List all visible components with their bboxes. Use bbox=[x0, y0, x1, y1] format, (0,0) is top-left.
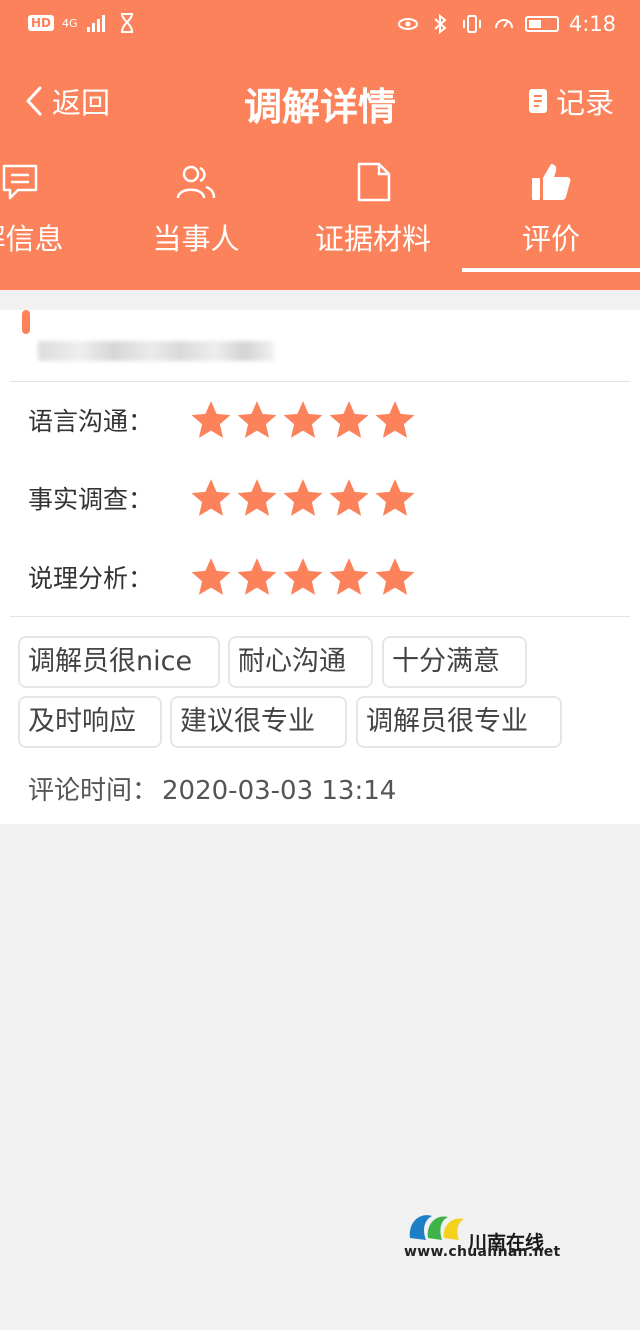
rating-row-investigation: 事实调查： bbox=[28, 476, 416, 520]
clock: 4:18 bbox=[568, 12, 616, 36]
app-header: HD 4G 4:18 返回 调解详情 记录 信息 当事人 证据材料 评价 bbox=[0, 0, 640, 290]
eye-icon bbox=[397, 18, 418, 30]
star-icon bbox=[237, 479, 277, 516]
tab-evidence[interactable]: 证据材料 bbox=[283, 150, 463, 272]
comment-time: 评论时间： 2020-03-03 13:14 bbox=[28, 770, 396, 807]
tab-parties[interactable]: 当事人 bbox=[106, 150, 286, 272]
evaluation-card: 语言沟通： 事实调查： 说理分析： 调解员很nice 耐心沟通 十分满意 及时响… bbox=[0, 310, 640, 824]
tag: 十分满意 bbox=[382, 636, 527, 688]
tab-mediation-info[interactable]: 解信息 bbox=[0, 150, 110, 272]
star-icon bbox=[191, 558, 231, 595]
tab-label: 解信息 bbox=[0, 222, 64, 256]
tab-label: 证据材料 bbox=[314, 222, 431, 256]
star-icon bbox=[329, 401, 369, 438]
nav-bar: 返回 调解详情 记录 bbox=[0, 60, 640, 144]
signal-icon bbox=[86, 15, 105, 32]
star-icon bbox=[237, 401, 277, 438]
section-marker bbox=[22, 310, 30, 334]
speed-icon bbox=[494, 19, 513, 29]
tag: 建议很专业 bbox=[170, 696, 347, 748]
redacted-name bbox=[38, 341, 274, 361]
tag: 耐心沟通 bbox=[228, 636, 373, 688]
star-rating bbox=[190, 556, 416, 598]
divider bbox=[10, 616, 630, 617]
tab-label: 当事人 bbox=[152, 222, 240, 256]
star-icon bbox=[283, 479, 323, 516]
rating-row-analysis: 说理分析： bbox=[28, 555, 416, 599]
tag: 调解员很专业 bbox=[356, 696, 562, 748]
active-tab-indicator bbox=[462, 268, 640, 272]
rating-label: 语言沟通： bbox=[28, 407, 154, 436]
tab-label: 评价 bbox=[521, 222, 580, 256]
card-header bbox=[10, 310, 630, 382]
star-icon bbox=[283, 558, 323, 595]
message-icon bbox=[2, 164, 38, 200]
document-icon bbox=[357, 162, 391, 202]
battery-icon bbox=[524, 16, 559, 32]
star-icon bbox=[191, 479, 231, 516]
star-icon bbox=[283, 401, 323, 438]
record-icon bbox=[528, 89, 547, 113]
rating-row-communication: 语言沟通： bbox=[28, 398, 416, 442]
tag: 调解员很nice bbox=[18, 636, 220, 688]
tab-evaluation[interactable]: 评价 bbox=[461, 150, 640, 272]
hourglass-icon bbox=[120, 13, 133, 33]
star-icon bbox=[237, 558, 277, 595]
star-icon bbox=[191, 401, 231, 438]
record-button[interactable]: 记录 bbox=[526, 80, 614, 122]
star-icon bbox=[375, 558, 415, 595]
comment-time-label: 评论时间： bbox=[28, 776, 159, 806]
star-icon bbox=[375, 401, 415, 438]
bluetooth-icon bbox=[434, 13, 447, 35]
rating-label: 说理分析： bbox=[28, 564, 154, 593]
rating-label: 事实调查： bbox=[28, 485, 154, 514]
status-bar: HD 4G 4:18 bbox=[0, 0, 640, 50]
record-label: 记录 bbox=[555, 86, 614, 120]
tab-bar: 解信息 当事人 证据材料 评价 bbox=[0, 150, 640, 290]
thumbs-up-icon bbox=[532, 164, 571, 200]
watermark-logo bbox=[409, 1215, 464, 1240]
watermark-url: www.chuannan.net bbox=[404, 1244, 561, 1260]
users-icon bbox=[176, 165, 216, 199]
network-type: 4G bbox=[62, 16, 78, 30]
star-icon bbox=[329, 479, 369, 516]
vibrate-icon bbox=[462, 15, 481, 33]
star-icon bbox=[375, 479, 415, 516]
hd-badge: HD bbox=[28, 15, 55, 31]
star-rating bbox=[190, 399, 416, 441]
star-rating bbox=[190, 477, 416, 519]
site-watermark: 川南在线 www.chuannan.net bbox=[400, 1206, 560, 1264]
star-icon bbox=[329, 558, 369, 595]
tag: 及时响应 bbox=[18, 696, 162, 748]
comment-time-value: 2020-03-03 13:14 bbox=[162, 776, 397, 806]
